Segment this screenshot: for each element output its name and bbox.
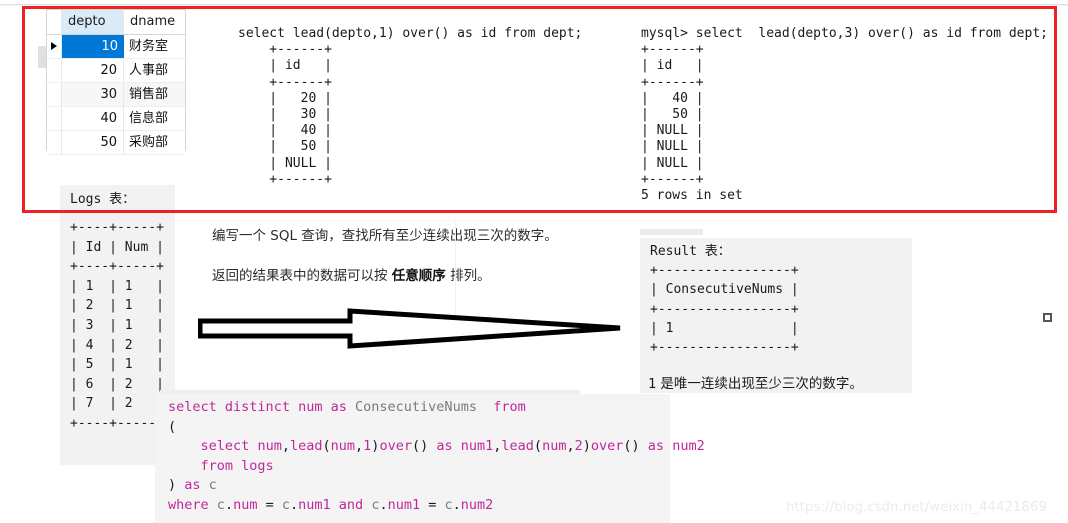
sql-token: c: [371, 496, 380, 513]
sql-token: num: [298, 399, 323, 415]
sql-code-block[interactable]: select distinct num as ConsecutiveNums f…: [168, 398, 705, 515]
lead1-console-block: select lead(depto,1) over() as id from d…: [238, 26, 582, 188]
small-square-marker-icon: [1043, 313, 1052, 322]
sql-token: as: [184, 477, 201, 493]
dept-grid-header-row: depto dname: [47, 10, 185, 35]
problem-statement-line1: 编写一个 SQL 查询，查找所有至少连续出现三次的数字。: [212, 228, 558, 244]
result-note-text: 是唯一连续出现至少三次的数字。: [656, 376, 863, 392]
cell-depto[interactable]: 10: [62, 35, 124, 58]
prose-line2-emphasis: 任意顺序: [391, 268, 446, 284]
result-table-title: Result 表：: [650, 244, 731, 259]
lead3-console-block: mysql> select lead(depto,3) over() as id…: [641, 26, 1048, 204]
sql-token: num2: [672, 438, 705, 454]
table-row[interactable]: 20 人事部: [47, 59, 185, 83]
sql-token: num1: [387, 496, 421, 513]
prose-line2-before: 返回的结果表中的数据可以按: [212, 268, 392, 284]
grid-empty-tail: [47, 155, 185, 171]
sql-token: 1: [363, 438, 372, 454]
row-selector-cell[interactable]: [47, 35, 62, 58]
page-top-rule-secondary: [0, 5, 1068, 6]
table-row[interactable]: 50 采购部: [47, 131, 185, 155]
sql-token: num1: [460, 438, 494, 454]
cell-dname[interactable]: 财务室: [124, 35, 185, 58]
column-header-depto[interactable]: depto: [62, 10, 124, 34]
sql-token: 2: [574, 438, 583, 454]
cell-dname[interactable]: 销售部: [124, 83, 185, 106]
sql-token: lead: [501, 438, 534, 454]
row-selector-cell[interactable]: [47, 131, 62, 154]
sql-token: ConsecutiveNums: [355, 399, 477, 415]
row-selector-cell[interactable]: [47, 59, 62, 82]
cell-depto[interactable]: 30: [62, 83, 124, 106]
result-table-block: Result 表： +-----------------+ | Consecut…: [650, 242, 799, 357]
result-explanation-note: 1 是唯一连续出现至少三次的数字。: [648, 372, 863, 392]
row-selector-cell[interactable]: [47, 83, 62, 106]
sql-token: where: [168, 496, 209, 513]
row-selector-header: [47, 10, 62, 34]
sql-token: from: [493, 399, 526, 415]
table-row[interactable]: 30 销售部: [47, 83, 185, 107]
sql-token: over: [379, 438, 412, 454]
sql-token: c: [208, 477, 217, 493]
sql-token: as: [436, 438, 453, 454]
cell-depto[interactable]: 20: [62, 59, 124, 82]
sql-token: num: [233, 496, 258, 513]
prose-line2-after: 排列。: [445, 268, 491, 284]
lead1-result-ascii: +------+ | id | +------+ | 20 | | 30 | |…: [269, 42, 332, 187]
right-arrow-annotation: [197, 305, 622, 353]
cell-depto[interactable]: 50: [62, 131, 124, 154]
sql-token: logs: [241, 457, 274, 474]
sql-token: c: [281, 496, 290, 513]
sql-token: num: [330, 438, 356, 454]
logs-red-underline: [60, 210, 175, 213]
sql-token: num: [542, 438, 567, 454]
sql-token: num1: [298, 496, 331, 513]
table-row[interactable]: 10 财务室: [47, 35, 185, 59]
sql-token: distinct: [224, 399, 290, 415]
sql-token: lead: [289, 438, 323, 454]
sql-token: as: [330, 399, 347, 415]
cell-dname[interactable]: 人事部: [124, 59, 185, 82]
grid-scroll-nub[interactable]: [38, 46, 46, 68]
lead3-query-text: mysql> select lead(depto,3) over() as id…: [641, 26, 1048, 41]
result-note-number: 1: [648, 376, 657, 392]
table-row[interactable]: 40 信息部: [47, 107, 185, 131]
logs-table-title: Logs 表：: [70, 192, 136, 207]
logs-table-ascii: +----+-----+ | Id | Num | +----+-----+ |…: [70, 220, 164, 431]
right-arrow-icon: [197, 308, 621, 349]
dept-data-grid[interactable]: depto dname 10 财务室 20 人事部 30 销售部 40 信息部 …: [46, 9, 186, 171]
sql-token: as: [647, 438, 665, 454]
sql-token: from: [200, 457, 234, 474]
sql-token: c: [444, 496, 453, 513]
result-table-ascii: +-----------------+ | ConsecutiveNums | …: [650, 263, 799, 356]
watermark-url: https://blog.csdn.net/weixin_44421869: [786, 500, 1047, 515]
sql-token: select: [200, 438, 250, 454]
sql-token: and: [338, 496, 364, 513]
sql-token: c: [216, 496, 225, 513]
cell-dname[interactable]: 信息部: [124, 107, 185, 130]
lead1-query-text: select lead(depto,1) over() as id from d…: [238, 26, 583, 41]
sql-token: over: [590, 438, 624, 454]
sql-token: num2: [460, 496, 494, 513]
sql-token: select: [168, 399, 217, 415]
row-selector-cell[interactable]: [47, 107, 62, 130]
result-block-top-strip: [640, 229, 703, 235]
screenshot-canvas: depto dname 10 财务室 20 人事部 30 销售部 40 信息部 …: [0, 0, 1068, 523]
column-header-dname[interactable]: dname: [124, 10, 185, 34]
cell-dname[interactable]: 采购部: [124, 131, 185, 154]
sql-token: num: [257, 438, 282, 454]
lead3-result-ascii: +------+ | id | +------+ | 40 | | 50 | |…: [641, 42, 743, 204]
problem-statement-line2: 返回的结果表中的数据可以按 任意顺序 排列。: [212, 264, 491, 284]
cell-depto[interactable]: 40: [62, 107, 124, 130]
